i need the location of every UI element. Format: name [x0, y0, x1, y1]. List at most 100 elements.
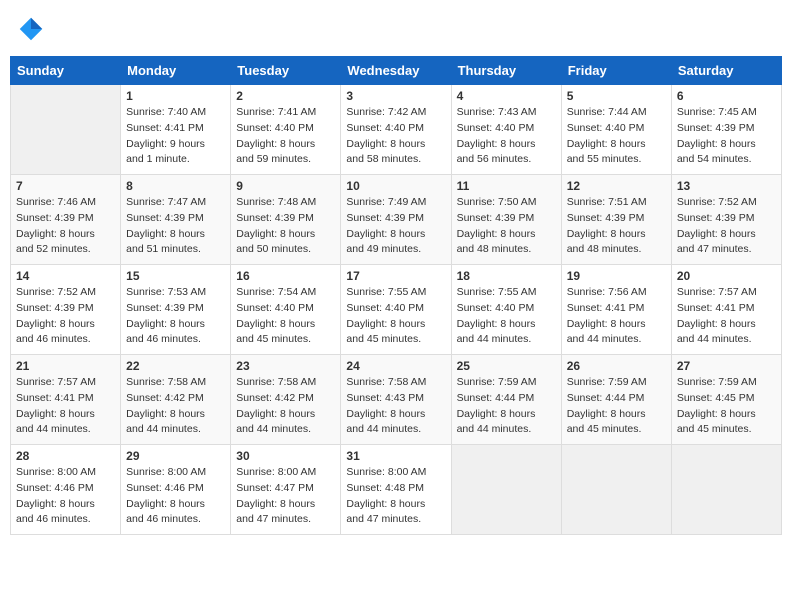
day-number: 26 [567, 359, 666, 373]
day-info: Sunrise: 7:41 AMSunset: 4:40 PMDaylight:… [236, 105, 335, 168]
day-info: Sunrise: 7:58 AMSunset: 4:42 PMDaylight:… [236, 375, 335, 438]
calendar-cell: 9 Sunrise: 7:48 AMSunset: 4:39 PMDaylight… [231, 175, 341, 265]
calendar-cell: 31 Sunrise: 8:00 AMSunset: 4:48 PMDayligh… [341, 445, 451, 535]
calendar-cell: 19 Sunrise: 7:56 AMSunset: 4:41 PMDayligh… [561, 265, 671, 355]
calendar-cell: 22 Sunrise: 7:58 AMSunset: 4:42 PMDayligh… [121, 355, 231, 445]
day-info: Sunrise: 7:49 AMSunset: 4:39 PMDaylight:… [346, 195, 445, 258]
day-info: Sunrise: 7:59 AMSunset: 4:44 PMDaylight:… [457, 375, 556, 438]
day-info: Sunrise: 7:58 AMSunset: 4:42 PMDaylight:… [126, 375, 225, 438]
day-number: 10 [346, 179, 445, 193]
calendar-cell: 3 Sunrise: 7:42 AMSunset: 4:40 PMDaylight… [341, 85, 451, 175]
calendar-cell: 24Sunrise: 7:58 AMSunset: 4:43 PMDayligh… [341, 355, 451, 445]
day-number: 19 [567, 269, 666, 283]
day-info: Sunrise: 7:55 AMSunset: 4:40 PMDaylight:… [346, 285, 445, 348]
day-number: 18 [457, 269, 556, 283]
day-number: 6 [677, 89, 776, 103]
calendar-cell: 23Sunrise: 7:58 AMSunset: 4:42 PMDayligh… [231, 355, 341, 445]
day-number: 4 [457, 89, 556, 103]
page-header [10, 10, 782, 48]
calendar-cell: 11 Sunrise: 7:50 AMSunset: 4:39 PMDayligh… [451, 175, 561, 265]
calendar-cell: 26 Sunrise: 7:59 AMSunset: 4:44 PMDayligh… [561, 355, 671, 445]
calendar-cell: 8 Sunrise: 7:47 AMSunset: 4:39 PMDaylight… [121, 175, 231, 265]
logo-icon [16, 14, 46, 44]
calendar-cell: 13 Sunrise: 7:52 AMSunset: 4:39 PMDayligh… [671, 175, 781, 265]
calendar-cell [561, 445, 671, 535]
day-info: Sunrise: 7:40 AMSunset: 4:41 PMDaylight:… [126, 105, 225, 168]
calendar-week-row: 21Sunrise: 7:57 AMSunset: 4:41 PMDayligh… [11, 355, 782, 445]
day-number: 9 [236, 179, 335, 193]
calendar-week-row: 7 Sunrise: 7:46 AMSunset: 4:39 PMDaylight… [11, 175, 782, 265]
day-number: 15 [126, 269, 225, 283]
calendar-cell: 17Sunrise: 7:55 AMSunset: 4:40 PMDayligh… [341, 265, 451, 355]
column-header-sunday: Sunday [11, 57, 121, 85]
day-info: Sunrise: 7:56 AMSunset: 4:41 PMDaylight:… [567, 285, 666, 348]
day-number: 7 [16, 179, 115, 193]
day-info: Sunrise: 7:48 AMSunset: 4:39 PMDaylight:… [236, 195, 335, 258]
day-number: 3 [346, 89, 445, 103]
calendar: SundayMondayTuesdayWednesdayThursdayFrid… [10, 56, 782, 535]
day-info: Sunrise: 8:00 AMSunset: 4:48 PMDaylight:… [346, 465, 445, 528]
column-header-tuesday: Tuesday [231, 57, 341, 85]
day-number: 11 [457, 179, 556, 193]
calendar-cell: 1 Sunrise: 7:40 AMSunset: 4:41 PMDaylight… [121, 85, 231, 175]
column-header-thursday: Thursday [451, 57, 561, 85]
day-number: 14 [16, 269, 115, 283]
calendar-cell: 28 Sunrise: 8:00 AMSunset: 4:46 PMDayligh… [11, 445, 121, 535]
calendar-cell: 30Sunrise: 8:00 AMSunset: 4:47 PMDayligh… [231, 445, 341, 535]
day-info: Sunrise: 7:43 AMSunset: 4:40 PMDaylight:… [457, 105, 556, 168]
day-info: Sunrise: 7:59 AMSunset: 4:45 PMDaylight:… [677, 375, 776, 438]
calendar-week-row: 1 Sunrise: 7:40 AMSunset: 4:41 PMDaylight… [11, 85, 782, 175]
day-info: Sunrise: 8:00 AMSunset: 4:46 PMDaylight:… [126, 465, 225, 528]
day-number: 1 [126, 89, 225, 103]
calendar-cell: 16Sunrise: 7:54 AMSunset: 4:40 PMDayligh… [231, 265, 341, 355]
calendar-header-row: SundayMondayTuesdayWednesdayThursdayFrid… [11, 57, 782, 85]
day-number: 24 [346, 359, 445, 373]
day-number: 13 [677, 179, 776, 193]
column-header-monday: Monday [121, 57, 231, 85]
calendar-cell: 4 Sunrise: 7:43 AMSunset: 4:40 PMDaylight… [451, 85, 561, 175]
day-number: 12 [567, 179, 666, 193]
day-info: Sunrise: 8:00 AMSunset: 4:46 PMDaylight:… [16, 465, 115, 528]
logo [16, 14, 50, 44]
day-info: Sunrise: 8:00 AMSunset: 4:47 PMDaylight:… [236, 465, 335, 528]
calendar-week-row: 28 Sunrise: 8:00 AMSunset: 4:46 PMDayligh… [11, 445, 782, 535]
day-number: 27 [677, 359, 776, 373]
calendar-cell: 25 Sunrise: 7:59 AMSunset: 4:44 PMDayligh… [451, 355, 561, 445]
calendar-cell: 14 Sunrise: 7:52 AMSunset: 4:39 PMDayligh… [11, 265, 121, 355]
day-info: Sunrise: 7:59 AMSunset: 4:44 PMDaylight:… [567, 375, 666, 438]
day-info: Sunrise: 7:52 AMSunset: 4:39 PMDaylight:… [16, 285, 115, 348]
day-number: 31 [346, 449, 445, 463]
day-number: 22 [126, 359, 225, 373]
calendar-cell: 5 Sunrise: 7:44 AMSunset: 4:40 PMDaylight… [561, 85, 671, 175]
day-number: 25 [457, 359, 556, 373]
day-info: Sunrise: 7:44 AMSunset: 4:40 PMDaylight:… [567, 105, 666, 168]
day-info: Sunrise: 7:46 AMSunset: 4:39 PMDaylight:… [16, 195, 115, 258]
calendar-cell: 20Sunrise: 7:57 AMSunset: 4:41 PMDayligh… [671, 265, 781, 355]
column-header-friday: Friday [561, 57, 671, 85]
column-header-saturday: Saturday [671, 57, 781, 85]
day-info: Sunrise: 7:57 AMSunset: 4:41 PMDaylight:… [16, 375, 115, 438]
day-info: Sunrise: 7:52 AMSunset: 4:39 PMDaylight:… [677, 195, 776, 258]
calendar-cell: 21Sunrise: 7:57 AMSunset: 4:41 PMDayligh… [11, 355, 121, 445]
calendar-cell: 6 Sunrise: 7:45 AMSunset: 4:39 PMDaylight… [671, 85, 781, 175]
calendar-week-row: 14 Sunrise: 7:52 AMSunset: 4:39 PMDayligh… [11, 265, 782, 355]
day-info: Sunrise: 7:50 AMSunset: 4:39 PMDaylight:… [457, 195, 556, 258]
calendar-cell [671, 445, 781, 535]
day-info: Sunrise: 7:51 AMSunset: 4:39 PMDaylight:… [567, 195, 666, 258]
calendar-cell: 12 Sunrise: 7:51 AMSunset: 4:39 PMDayligh… [561, 175, 671, 265]
day-number: 8 [126, 179, 225, 193]
calendar-cell: 10 Sunrise: 7:49 AMSunset: 4:39 PMDayligh… [341, 175, 451, 265]
day-info: Sunrise: 7:42 AMSunset: 4:40 PMDaylight:… [346, 105, 445, 168]
calendar-cell: 2 Sunrise: 7:41 AMSunset: 4:40 PMDaylight… [231, 85, 341, 175]
day-number: 5 [567, 89, 666, 103]
day-info: Sunrise: 7:45 AMSunset: 4:39 PMDaylight:… [677, 105, 776, 168]
day-info: Sunrise: 7:47 AMSunset: 4:39 PMDaylight:… [126, 195, 225, 258]
day-number: 28 [16, 449, 115, 463]
day-number: 2 [236, 89, 335, 103]
calendar-cell [451, 445, 561, 535]
day-info: Sunrise: 7:53 AMSunset: 4:39 PMDaylight:… [126, 285, 225, 348]
day-number: 29 [126, 449, 225, 463]
calendar-cell: 15 Sunrise: 7:53 AMSunset: 4:39 PMDayligh… [121, 265, 231, 355]
column-header-wednesday: Wednesday [341, 57, 451, 85]
day-info: Sunrise: 7:54 AMSunset: 4:40 PMDaylight:… [236, 285, 335, 348]
